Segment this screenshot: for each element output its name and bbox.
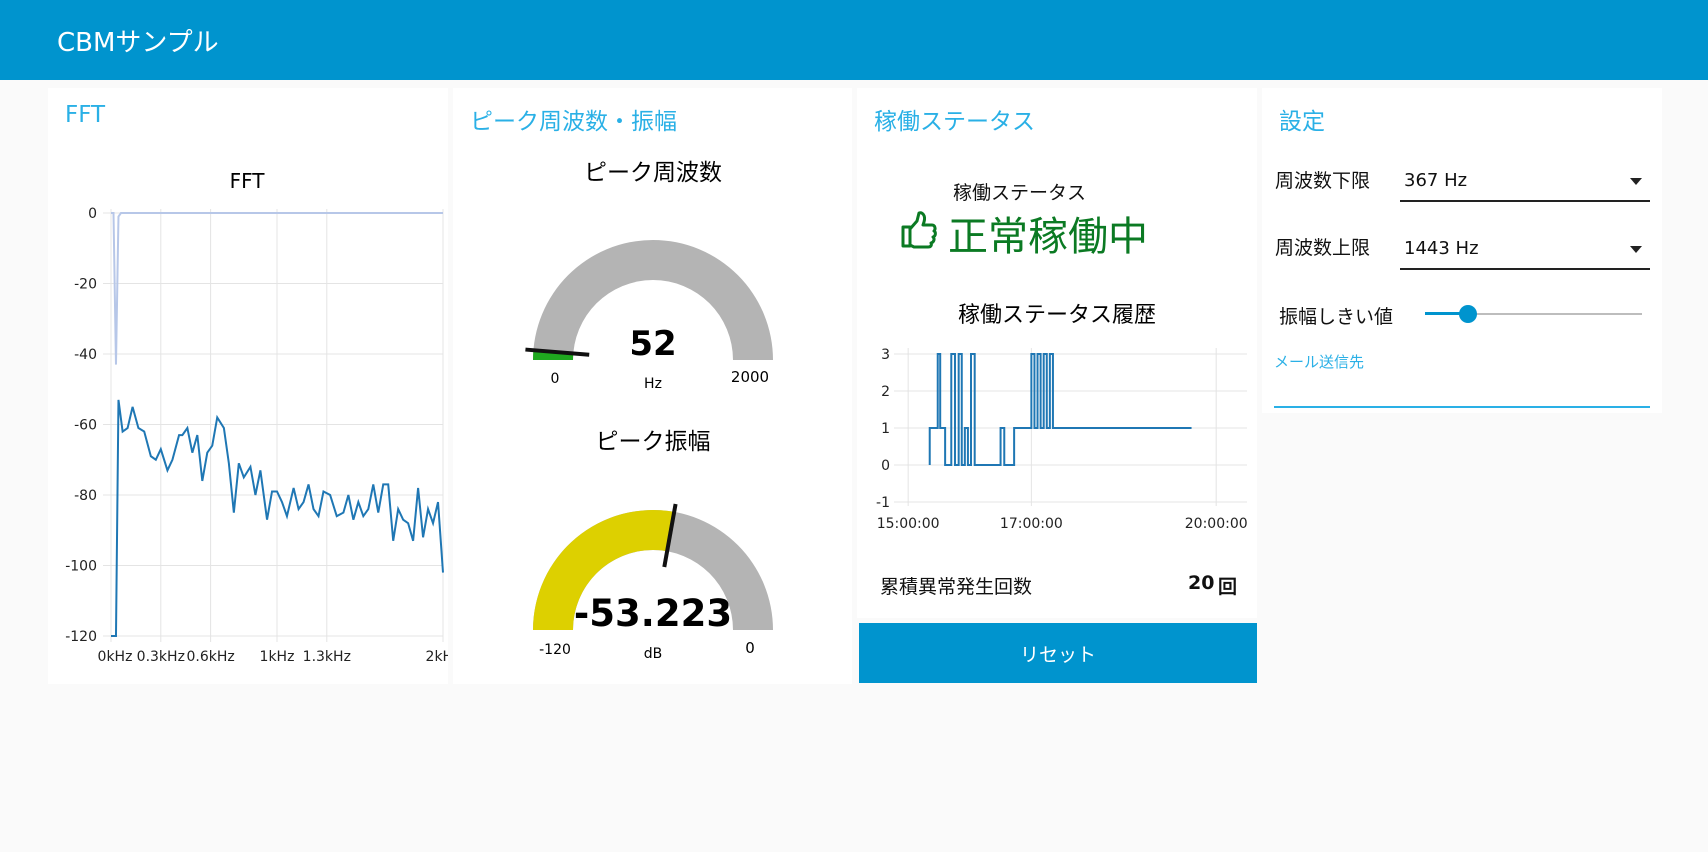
fft-y-tick-label: -100 (65, 559, 97, 575)
history-y-tick-label: 3 (881, 347, 890, 363)
freq-lower-dropdown[interactable]: 367 Hz (1400, 162, 1650, 202)
fft-chart-title: FFT (230, 169, 266, 193)
amp-threshold-label: 振幅しきい値 (1279, 306, 1394, 328)
card-title-status: 稼働ステータス (874, 109, 1035, 135)
email-label: メール送信先 (1274, 353, 1365, 371)
fft-y-tick-label: -120 (65, 629, 97, 645)
card-title-settings: 設定 (1279, 109, 1325, 135)
gauge-amplitude-title: ピーク振幅 (596, 429, 711, 455)
fft-y-tick-label: -20 (74, 277, 97, 293)
fft-x-tick-label: 0.6kHz (186, 649, 234, 665)
history-series-line (928, 353, 1192, 466)
card-title-peak: ピーク周波数・振幅 (470, 109, 677, 135)
freq-upper-label: 周波数上限 (1275, 237, 1371, 259)
fft-x-tick-label: 0.3kHz (137, 649, 185, 665)
thumbs-up-icon (901, 211, 937, 249)
fft-y-tick-label: -80 (74, 488, 97, 504)
freq-upper-dropdown[interactable]: 1443 Hz (1400, 230, 1650, 270)
email-field[interactable] (1274, 370, 1650, 408)
chevron-down-icon (1630, 178, 1642, 185)
fft-y-tick-label: 0 (88, 206, 97, 222)
freq-lower-value: 367 Hz (1404, 170, 1468, 191)
gauge-amplitude-max: 0 (745, 639, 755, 657)
anomaly-count-value: 20 (1188, 572, 1215, 594)
history-y-tick-label: 0 (881, 458, 890, 474)
status-history-title: 稼働ステータス履歴 (958, 303, 1156, 328)
gauge-frequency-title: ピーク周波数 (584, 160, 722, 186)
peak-frequency-gauge: ピーク周波数 52 Hz 0 2000 (525, 160, 773, 392)
gauge-amplitude-min: -120 (539, 642, 571, 658)
gauge-amplitude-unit: dB (644, 646, 663, 662)
freq-lower-label: 周波数下限 (1275, 170, 1371, 192)
chevron-down-icon (1630, 246, 1642, 253)
gauge-frequency-value: 52 (629, 324, 676, 364)
fft-y-tick-label: -60 (74, 418, 97, 434)
fft-chart: FFT 0 -20 -40 -60 -80 -100 -120 0kHz 0.3kHz 0.6k… (65, 169, 448, 665)
history-x-tick-label: 20:00:00 (1185, 516, 1248, 532)
history-y-tick-label: -1 (876, 495, 890, 511)
history-x-tick-label: 15:00:00 (877, 516, 940, 532)
gauge-frequency-max: 2000 (731, 368, 769, 386)
fft-x-tick-label: 0kHz (98, 649, 133, 665)
fft-x-tick-label: 1.3kHz (303, 649, 351, 665)
history-y-tick-label: 1 (881, 421, 890, 437)
reset-button[interactable]: リセット (859, 623, 1257, 683)
status-value: 正常稼働中 (948, 214, 1148, 260)
fft-y-tick-label: -40 (74, 347, 97, 363)
anomaly-count-unit: 回 (1218, 576, 1238, 598)
fft-x-tick-label: 2kHz (426, 649, 448, 665)
peak-amplitude-gauge: ピーク振幅 -53.223 dB -120 0 (533, 429, 773, 662)
status-history-chart: 稼働ステータス履歴 3 2 1 0 -1 15:00:00 17:00:00 20:00:0… (876, 303, 1248, 532)
anomaly-count-label: 累積異常発生回数 (880, 576, 1033, 598)
history-x-tick-label: 17:00:00 (1000, 516, 1063, 532)
gauge-amplitude-value: -53.223 (574, 592, 732, 635)
freq-upper-value: 1443 Hz (1404, 238, 1479, 259)
gauge-frequency-min: 0 (551, 371, 560, 387)
gauge-frequency-unit: Hz (644, 376, 662, 392)
fft-x-tick-label: 1kHz (260, 649, 295, 665)
app-header: CBMサンプル (0, 0, 1708, 80)
history-y-tick-label: 2 (881, 384, 890, 400)
status-label: 稼働ステータス (953, 182, 1087, 204)
app-title: CBMサンプル (57, 28, 219, 58)
